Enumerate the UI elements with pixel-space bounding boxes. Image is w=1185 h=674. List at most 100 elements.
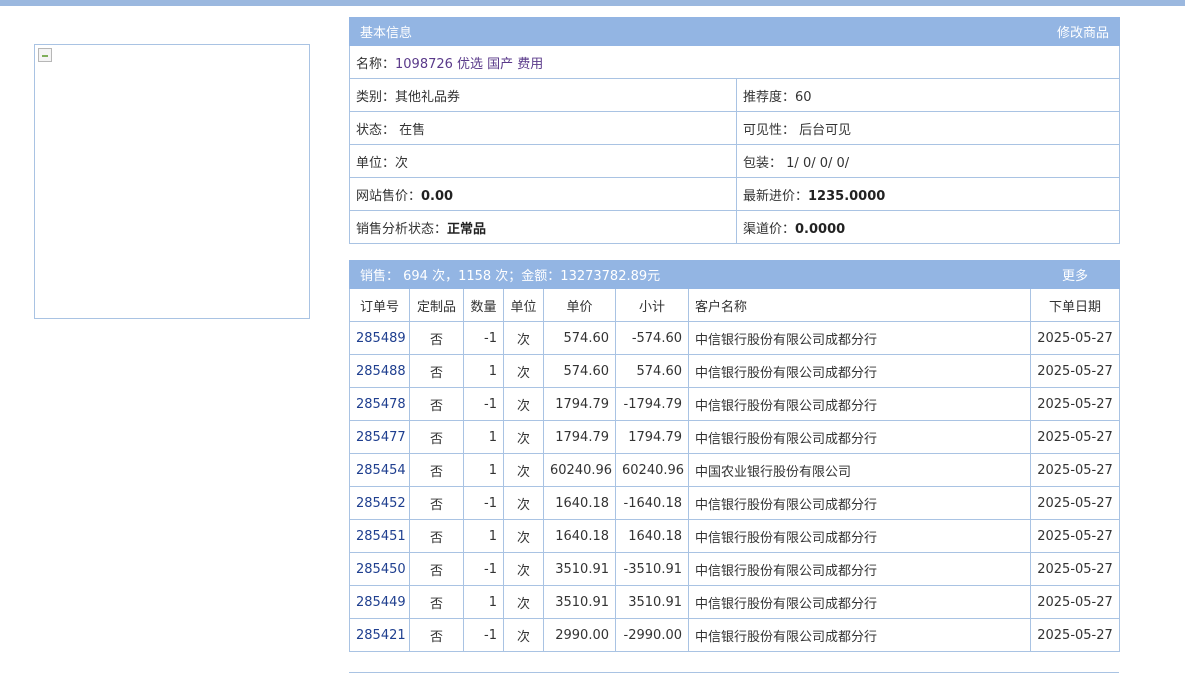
order-date-cell: 2025-05-27 — [1030, 552, 1121, 586]
quantity-cell: 1 — [463, 519, 504, 553]
package-cell: 包装： 1/ 0/ 0/ 0/ — [736, 144, 1120, 178]
order-date-cell: 2025-05-27 — [1030, 354, 1121, 388]
subtotal-cell: -2990.00 — [615, 618, 689, 652]
custom-cell: 否 — [409, 420, 464, 454]
col-quantity: 数量 — [463, 288, 504, 322]
table-row: 285478 否 -1 次 1794.79 -1794.79 中信银行股份有限公司成都分行 2… — [349, 387, 1121, 421]
latest-cost-label: 最新进价： — [743, 188, 809, 204]
unit-value: 次 — [395, 155, 409, 171]
edit-product-link[interactable]: 修改商品 — [736, 17, 1120, 46]
order-date-cell: 2025-05-27 — [1030, 420, 1121, 454]
custom-cell: 否 — [409, 321, 464, 355]
unit-cell: 次 — [503, 618, 544, 652]
quantity-cell: 1 — [463, 585, 504, 619]
recommend-label: 推荐度： — [743, 89, 796, 105]
order-number-link[interactable]: 285478 — [349, 387, 410, 421]
order-date-cell: 2025-05-27 — [1030, 453, 1121, 487]
customer-cell: 中信银行股份有限公司成都分行 — [687, 486, 1032, 520]
broken-image-icon — [38, 48, 52, 62]
custom-cell: 否 — [409, 552, 464, 586]
unit-cell: 次 — [503, 453, 544, 487]
quantity-cell: 1 — [463, 420, 504, 454]
order-number-link[interactable]: 285450 — [349, 552, 410, 586]
unit-label: 单位： — [356, 155, 396, 171]
unit-cell: 次 — [503, 552, 544, 586]
custom-cell: 否 — [409, 585, 464, 619]
order-date-cell: 2025-05-27 — [1030, 387, 1121, 421]
unit-cell: 次 — [503, 486, 544, 520]
col-order-date: 下单日期 — [1030, 288, 1121, 322]
site-price-value: 0.00 — [421, 188, 454, 204]
unit-price-cell: 1794.79 — [543, 387, 616, 421]
order-date-cell: 2025-05-27 — [1030, 585, 1121, 619]
subtotal-cell: 574.60 — [615, 354, 689, 388]
product-image — [34, 44, 310, 319]
quantity-cell: -1 — [463, 618, 504, 652]
sales-summary: 销售： 694 次，1158 次；金额：13273782.89元 — [348, 260, 1032, 289]
quantity-cell: -1 — [463, 387, 504, 421]
order-number-link[interactable]: 285421 — [349, 618, 410, 652]
visibility-cell: 可见性： 后台可见 — [736, 111, 1120, 145]
product-name-cell: 名称：1098726 优选 国产 费用 — [349, 45, 1120, 79]
unit-cell: 次 — [503, 387, 544, 421]
table-row: 285489 否 -1 次 574.60 -574.60 中信银行股份有限公司成都分行 202… — [349, 321, 1121, 355]
customer-cell: 中信银行股份有限公司成都分行 — [687, 618, 1032, 652]
unit-price-cell: 574.60 — [543, 354, 616, 388]
latest-cost-cell: 最新进价：1235.0000 — [736, 177, 1120, 211]
order-number-link[interactable]: 285454 — [349, 453, 410, 487]
unit-price-cell: 574.60 — [543, 321, 616, 355]
quantity-cell: -1 — [463, 321, 504, 355]
recommend-value: 60 — [795, 89, 812, 105]
visibility-value: 后台可见 — [799, 122, 852, 138]
customer-cell: 中信银行股份有限公司成都分行 — [687, 552, 1032, 586]
table-row: 285450 否 -1 次 3510.91 -3510.91 中信银行股份有限公司成都分行 2… — [349, 552, 1121, 586]
subtotal-cell: -1794.79 — [615, 387, 689, 421]
subtotal-cell: -3510.91 — [615, 552, 689, 586]
custom-cell: 否 — [409, 486, 464, 520]
order-number-link[interactable]: 285488 — [349, 354, 410, 388]
more-link[interactable]: 更多 — [1030, 260, 1121, 289]
unit-price-cell: 1640.18 — [543, 519, 616, 553]
unit-price-cell: 1794.79 — [543, 420, 616, 454]
sales-status-value: 正常品 — [447, 221, 487, 237]
unit-cell: 次 — [503, 519, 544, 553]
status-label: 状态： — [356, 122, 396, 138]
col-unit: 单位 — [503, 288, 544, 322]
col-customer: 客户名称 — [687, 288, 1032, 322]
order-number-link[interactable]: 285489 — [349, 321, 410, 355]
col-unit-price: 单价 — [543, 288, 616, 322]
bottom-divider — [349, 672, 1119, 673]
status-cell: 状态： 在售 — [349, 111, 737, 145]
subtotal-cell: 1640.18 — [615, 519, 689, 553]
unit-price-cell: 1640.18 — [543, 486, 616, 520]
customer-cell: 中信银行股份有限公司成都分行 — [687, 321, 1032, 355]
category-value: 其他礼品券 — [395, 89, 461, 105]
order-number-link[interactable]: 285449 — [349, 585, 410, 619]
order-number-link[interactable]: 285451 — [349, 519, 410, 553]
custom-cell: 否 — [409, 453, 464, 487]
unit-cell: 次 — [503, 420, 544, 454]
quantity-cell: -1 — [463, 486, 504, 520]
col-subtotal: 小计 — [615, 288, 689, 322]
order-date-cell: 2025-05-27 — [1030, 321, 1121, 355]
channel-price-value: 0.0000 — [795, 221, 846, 237]
customer-cell: 中信银行股份有限公司成都分行 — [687, 354, 1032, 388]
sales-table: 销售： 694 次，1158 次；金额：13273782.89元 更多 订单号 … — [348, 260, 1121, 652]
subtotal-cell: 60240.96 — [615, 453, 689, 487]
subtotal-cell: -1640.18 — [615, 486, 689, 520]
order-number-link[interactable]: 285452 — [349, 486, 410, 520]
unit-price-cell: 60240.96 — [543, 453, 616, 487]
table-row: 285449 否 1 次 3510.91 3510.91 中信银行股份有限公司成都分行 202… — [349, 585, 1121, 619]
package-value: 1/ 0/ 0/ 0/ — [786, 155, 850, 171]
package-label: 包装： — [743, 155, 783, 171]
custom-cell: 否 — [409, 519, 464, 553]
basic-info-title: 基本信息 — [349, 17, 737, 46]
unit-price-cell: 2990.00 — [543, 618, 616, 652]
visibility-label: 可见性： — [743, 122, 796, 138]
order-number-link[interactable]: 285477 — [349, 420, 410, 454]
customer-cell: 中国农业银行股份有限公司 — [687, 453, 1032, 487]
sales-column-header-row: 订单号 定制品 数量 单位 单价 小计 客户名称 下单日期 — [349, 288, 1121, 322]
col-order-number: 订单号 — [349, 288, 410, 322]
quantity-cell: 1 — [463, 354, 504, 388]
subtotal-cell: 1794.79 — [615, 420, 689, 454]
